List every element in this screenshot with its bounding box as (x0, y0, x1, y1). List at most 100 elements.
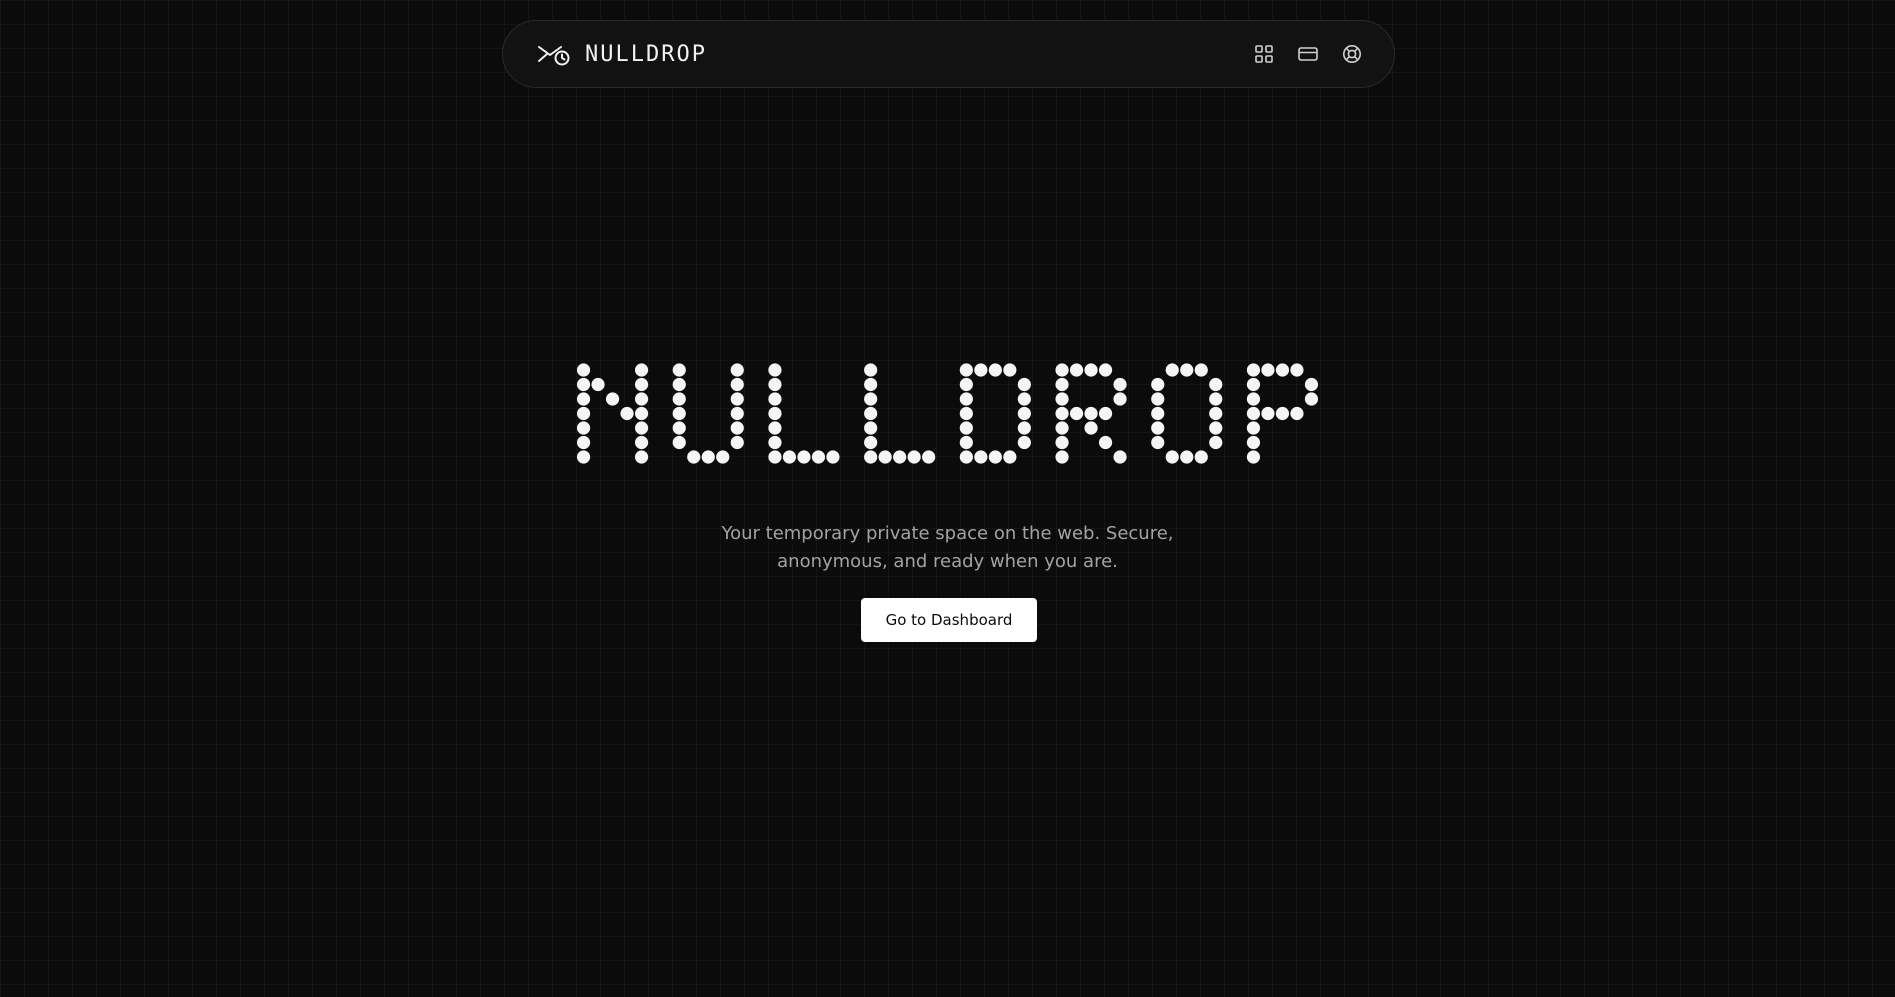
hero-dot (864, 377, 878, 392)
hero-dot (634, 363, 649, 377)
hero-letter-o (1151, 363, 1223, 464)
hero-dot (959, 392, 973, 406)
hero-dot (907, 450, 921, 464)
hero-dot (730, 377, 744, 392)
hero-dot (576, 392, 591, 406)
hero-letter-r (1055, 363, 1127, 464)
hero-dot (1055, 450, 1069, 464)
hero-dot (826, 450, 840, 464)
hero-dot (687, 450, 701, 464)
hero-dot (864, 406, 878, 421)
hero-dot (1113, 377, 1127, 392)
hero-dot (1180, 450, 1194, 464)
hero-letter-p (1246, 363, 1319, 464)
hero-dot (1098, 406, 1113, 421)
tagline-line-2: anonymous, and ready when you are. (777, 551, 1118, 572)
lifebuoy-icon[interactable] (1340, 42, 1364, 66)
hero-dot (1165, 450, 1179, 464)
top-navbar: NULLDROP (502, 20, 1395, 88)
hero-dot (1017, 421, 1031, 435)
hero-letter-u (672, 363, 744, 464)
go-to-dashboard-button[interactable]: Go to Dashboard (861, 598, 1037, 642)
hero-dot (768, 435, 782, 450)
hero-dot (1261, 406, 1275, 421)
hero-dot (1151, 406, 1165, 421)
hero-dot (811, 450, 826, 464)
hero-dot (634, 435, 649, 450)
hero-dot (730, 392, 744, 406)
hero-dot (1055, 363, 1069, 377)
hero-dot (1055, 406, 1069, 421)
hero-dot (988, 450, 1002, 464)
hero-dot (672, 435, 686, 450)
hero-letter-n (576, 363, 649, 464)
hero-dot (672, 377, 686, 392)
hero-dot (1165, 363, 1179, 377)
hero-dot (1098, 363, 1113, 377)
hero-dot (1003, 450, 1017, 464)
hero-dot (605, 392, 620, 406)
hero-dot (1194, 450, 1208, 464)
hero-dot (768, 450, 782, 464)
hero-dot (634, 450, 649, 464)
hero-dot (1055, 392, 1069, 406)
hero-dot (1084, 406, 1098, 421)
hero-dot (1151, 421, 1165, 435)
hero-dot (1084, 421, 1098, 435)
hero-dot (1290, 406, 1304, 421)
hero-dot (797, 450, 811, 464)
hero-dot (782, 450, 797, 464)
hero-dot (1246, 363, 1261, 377)
hero-dot (730, 363, 744, 377)
hero-dot (959, 406, 973, 421)
hero-dot (1151, 392, 1165, 406)
hero-dot (959, 450, 973, 464)
hero-dot (1151, 377, 1165, 392)
hero-dot (634, 377, 649, 392)
nav-icons (1252, 42, 1364, 66)
hero-dot (988, 363, 1002, 377)
brand-name: NULLDROP (585, 41, 707, 67)
hero-dot (672, 392, 686, 406)
hero-dot (1246, 392, 1261, 406)
hero-dot (768, 392, 782, 406)
hero-dot (1246, 450, 1261, 464)
hero-dot (1113, 450, 1127, 464)
hero-dot (1209, 377, 1223, 392)
hero-dot (1003, 363, 1017, 377)
hero-dot (576, 435, 591, 450)
hero-dot (576, 377, 591, 392)
hero-dot (701, 450, 715, 464)
hero-dot (1180, 363, 1194, 377)
hero-dot (1246, 406, 1261, 421)
hero-dot (878, 450, 892, 464)
hero-letter-l (768, 363, 840, 464)
brand[interactable]: NULLDROP (537, 41, 707, 67)
hero-dot (1304, 377, 1319, 392)
hero-dot (576, 406, 591, 421)
hero-dot (864, 363, 878, 377)
hero-dot (864, 450, 878, 464)
hero-dot (1017, 406, 1031, 421)
hero-dot (576, 363, 591, 377)
hero-dot (1069, 406, 1084, 421)
hero-dot (730, 421, 744, 435)
hero-dot (1246, 377, 1261, 392)
hero-dot (1055, 435, 1069, 450)
hero-dot (634, 421, 649, 435)
grid-icon[interactable] (1252, 42, 1276, 66)
hero-dot (634, 392, 649, 406)
hero-dot (672, 406, 686, 421)
hero-dot (959, 421, 973, 435)
hero-dot (959, 377, 973, 392)
hero-dot (1151, 435, 1165, 450)
hero-dot (672, 363, 686, 377)
hero-dot (864, 392, 878, 406)
hero-dot (922, 450, 936, 464)
hero-dot (1017, 435, 1031, 450)
hero-dot (768, 406, 782, 421)
card-icon[interactable] (1296, 42, 1320, 66)
hero-dot (1055, 377, 1069, 392)
hero-dot (1290, 363, 1304, 377)
hero-dot (1275, 363, 1290, 377)
